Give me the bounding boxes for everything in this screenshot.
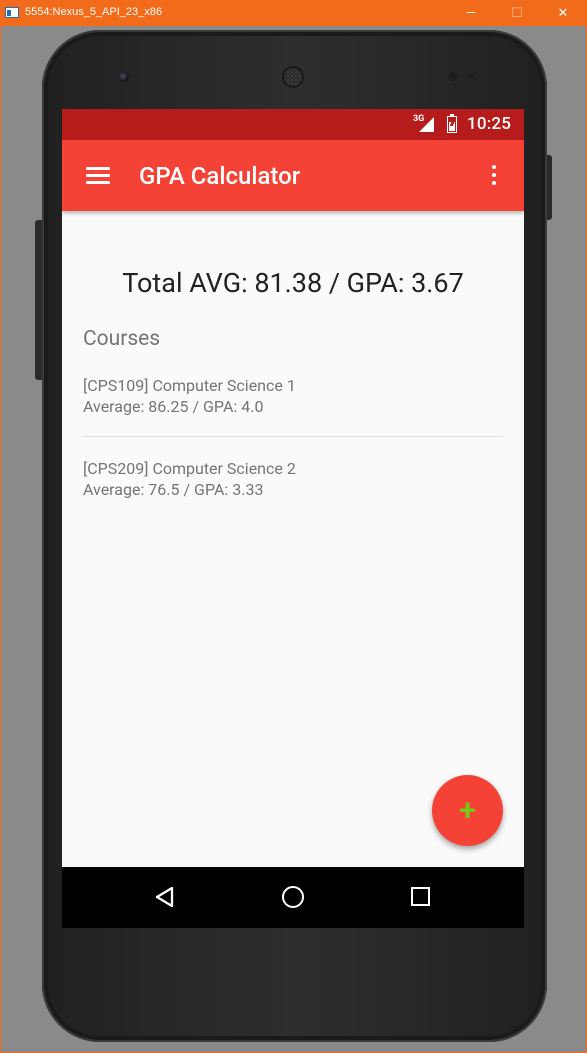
courses-heading: Courses <box>83 327 161 351</box>
front-camera-icon <box>119 72 129 82</box>
close-window-button[interactable]: ✕ <box>540 0 586 26</box>
window-border-left <box>0 26 1 1053</box>
home-circle-icon[interactable] <box>282 886 304 908</box>
signal-strength-icon <box>419 117 434 132</box>
course-detail: Average: 86.25 / GPA: 4.0 <box>83 397 264 416</box>
list-divider <box>83 436 503 437</box>
total-summary: Total AVG: 81.38 / GPA: 3.67 <box>122 267 464 299</box>
power-button[interactable] <box>547 155 552 220</box>
course-detail: Average: 76.5 / GPA: 3.33 <box>83 480 264 499</box>
minimize-button[interactable]: — <box>448 0 494 26</box>
more-vert-icon[interactable] <box>490 165 498 187</box>
proximity-sensor <box>448 72 457 81</box>
app-toolbar: GPA Calculator <box>62 140 524 211</box>
light-sensor <box>468 74 473 79</box>
course-list-item[interactable]: [CPS209] Computer Science 2 Average: 76.… <box>83 458 503 500</box>
course-list-item[interactable]: [CPS109] Computer Science 1 Average: 86.… <box>83 375 503 417</box>
recents-square-icon[interactable] <box>411 887 430 906</box>
maximize-button[interactable]: ☐ <box>494 0 540 26</box>
course-title: [CPS209] Computer Science 2 <box>83 459 296 478</box>
back-triangle-icon[interactable] <box>155 887 175 907</box>
course-title: [CPS109] Computer Science 1 <box>83 376 296 395</box>
system-navigation-bar <box>62 867 524 928</box>
window-title: 5554:Nexus_5_API_23_x86 <box>25 6 162 18</box>
add-icon: + <box>459 793 476 828</box>
status-bar: 3G 10:25 <box>62 109 524 140</box>
emulator-app-icon <box>5 7 19 18</box>
window-title-bar: 5554:Nexus_5_API_23_x86 — ☐ ✕ <box>0 0 587 26</box>
status-time: 10:25 <box>467 114 512 134</box>
earpiece-speaker <box>282 66 304 88</box>
hamburger-menu-icon[interactable] <box>86 167 110 185</box>
add-course-fab[interactable]: + <box>432 775 503 846</box>
device-screen: 3G 10:25 GPA Calculator Total AVG: 81.38… <box>62 109 524 928</box>
volume-button[interactable] <box>35 220 42 380</box>
app-title: GPA Calculator <box>139 162 301 190</box>
